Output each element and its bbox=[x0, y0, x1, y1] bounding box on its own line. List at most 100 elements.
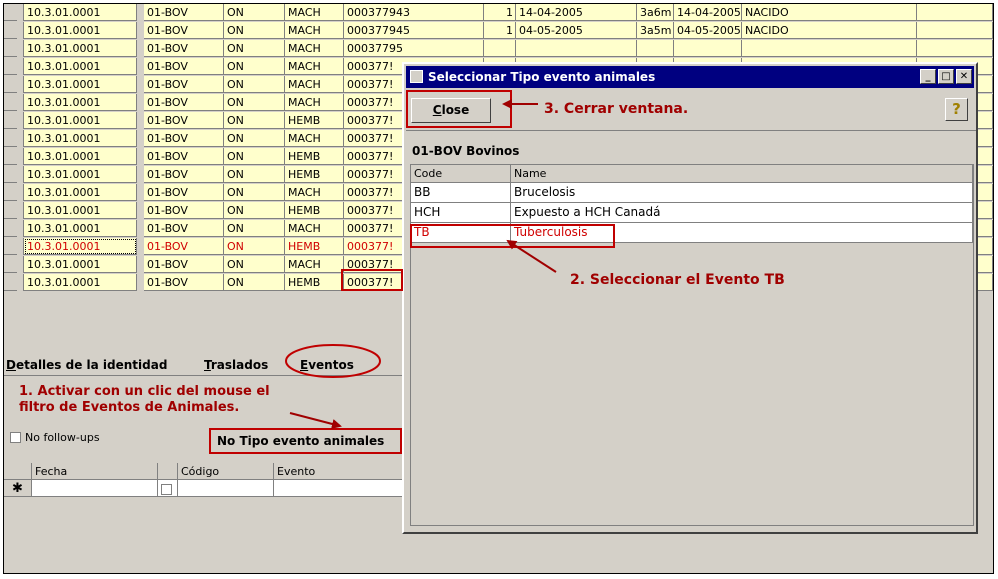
cell-date2[interactable]: 04-05-2005 bbox=[674, 22, 742, 39]
cell-status[interactable]: ON bbox=[224, 22, 285, 39]
cell-code[interactable]: 10.3.01.0001 bbox=[24, 220, 137, 237]
cell-id[interactable]: 000377945 bbox=[344, 22, 484, 39]
cell-sex[interactable]: MACH bbox=[285, 76, 344, 93]
row-indicator[interactable] bbox=[17, 148, 24, 165]
event-type-name[interactable]: Brucelosis bbox=[511, 183, 973, 203]
cell-code[interactable]: 10.3.01.0001 bbox=[24, 148, 137, 165]
cell-extra[interactable] bbox=[917, 22, 993, 39]
cell-status[interactable]: ON bbox=[224, 202, 285, 219]
table-row[interactable]: 10.3.01.0001 01-BOV ON MACH 000377945 1 04-05-… bbox=[4, 22, 993, 40]
cell-age[interactable] bbox=[637, 40, 674, 57]
new-row-event[interactable] bbox=[274, 480, 404, 497]
cell-sex[interactable]: MACH bbox=[285, 256, 344, 273]
col-code-header[interactable]: Code bbox=[411, 165, 511, 183]
table-row[interactable]: 10.3.01.0001 01-BOV ON MACH 000377943 1 14-04-… bbox=[4, 4, 993, 22]
new-row-code[interactable] bbox=[178, 480, 274, 497]
cell-code[interactable]: 10.3.01.0001 bbox=[24, 274, 137, 291]
no-followups-checkbox[interactable]: No follow-ups bbox=[10, 431, 100, 444]
event-type-filter-button[interactable]: No Tipo evento animales bbox=[209, 428, 402, 454]
row-indicator[interactable] bbox=[17, 112, 24, 129]
cell-species[interactable]: 01-BOV bbox=[144, 22, 224, 39]
cell-status[interactable]: ON bbox=[224, 130, 285, 147]
cell-species[interactable]: 01-BOV bbox=[144, 76, 224, 93]
cell-species[interactable]: 01-BOV bbox=[144, 220, 224, 237]
col-name-header[interactable]: Name bbox=[511, 165, 973, 183]
cell-date1[interactable]: 04-05-2005 bbox=[516, 22, 637, 39]
cell-n[interactable]: 1 bbox=[484, 4, 516, 21]
cell-code[interactable]: 10.3.01.0001 bbox=[24, 202, 137, 219]
cell-date2[interactable] bbox=[674, 40, 742, 57]
cell-status[interactable]: ON bbox=[224, 220, 285, 237]
cell-n[interactable]: 1 bbox=[484, 22, 516, 39]
cell-n[interactable] bbox=[484, 40, 516, 57]
cell-age[interactable]: 3a5m bbox=[637, 22, 674, 39]
minimize-icon[interactable]: _ bbox=[920, 69, 936, 84]
cell-sex[interactable]: HEMB bbox=[285, 238, 344, 255]
cell-sex[interactable]: MACH bbox=[285, 22, 344, 39]
row-indicator[interactable] bbox=[17, 220, 24, 237]
close-icon[interactable]: ✕ bbox=[956, 69, 972, 84]
row-indicator[interactable] bbox=[17, 94, 24, 111]
table-row[interactable]: 10.3.01.0001 01-BOV ON MACH 00037795 bbox=[4, 40, 993, 58]
cell-code[interactable]: 10.3.01.0001 bbox=[24, 166, 137, 183]
cell-status[interactable]: ON bbox=[224, 76, 285, 93]
cell-sex[interactable]: MACH bbox=[285, 94, 344, 111]
cell-species[interactable]: 01-BOV bbox=[144, 202, 224, 219]
cell-date1[interactable] bbox=[516, 40, 637, 57]
cell-species[interactable]: 01-BOV bbox=[144, 256, 224, 273]
tab-identity-details[interactable]: Detalles de la identidad bbox=[6, 357, 167, 373]
row-indicator[interactable] bbox=[17, 40, 24, 57]
cell-status[interactable]: ON bbox=[224, 58, 285, 75]
cell-species[interactable]: 01-BOV bbox=[144, 238, 224, 255]
row-indicator[interactable] bbox=[17, 184, 24, 201]
cell-code[interactable]: 10.3.01.0001 bbox=[24, 4, 137, 21]
cell-status[interactable]: ON bbox=[224, 4, 285, 21]
cell-origin[interactable] bbox=[742, 40, 917, 57]
events-col-code[interactable]: Código bbox=[178, 463, 274, 480]
cell-code[interactable]: 10.3.01.0001 bbox=[24, 58, 137, 75]
cell-status[interactable]: ON bbox=[224, 94, 285, 111]
cell-sex[interactable]: HEMB bbox=[285, 148, 344, 165]
new-row-date[interactable] bbox=[32, 480, 158, 497]
row-indicator[interactable] bbox=[17, 256, 24, 273]
cell-sex[interactable]: MACH bbox=[285, 184, 344, 201]
cell-id[interactable]: 000377943 bbox=[344, 4, 484, 21]
cell-species[interactable]: 01-BOV bbox=[144, 40, 224, 57]
row-indicator[interactable] bbox=[17, 274, 24, 291]
row-indicator[interactable] bbox=[17, 202, 24, 219]
events-col-event[interactable]: Evento bbox=[274, 463, 404, 480]
cell-species[interactable]: 01-BOV bbox=[144, 130, 224, 147]
cell-status[interactable]: ON bbox=[224, 166, 285, 183]
cell-code[interactable]: 10.3.01.0001 bbox=[24, 184, 137, 201]
help-icon[interactable]: ? bbox=[945, 98, 968, 121]
cell-species[interactable]: 01-BOV bbox=[144, 112, 224, 129]
cell-sex[interactable]: MACH bbox=[285, 130, 344, 147]
cell-origin[interactable]: NACIDO bbox=[742, 22, 917, 39]
cell-sex[interactable]: HEMB bbox=[285, 202, 344, 219]
cell-age[interactable]: 3a6m bbox=[637, 4, 674, 21]
cell-code[interactable]: 10.3.01.0001 bbox=[24, 130, 137, 147]
cell-species[interactable]: 01-BOV bbox=[144, 94, 224, 111]
cell-sex[interactable]: HEMB bbox=[285, 166, 344, 183]
close-button[interactable]: Close bbox=[411, 98, 491, 123]
cell-sex[interactable]: MACH bbox=[285, 4, 344, 21]
event-type-code[interactable]: HCH bbox=[411, 203, 511, 223]
event-type-code[interactable]: BB bbox=[411, 183, 511, 203]
cell-status[interactable]: ON bbox=[224, 40, 285, 57]
cell-extra[interactable] bbox=[917, 4, 993, 21]
cell-date1[interactable]: 14-04-2005 bbox=[516, 4, 637, 21]
cell-species[interactable]: 01-BOV bbox=[144, 58, 224, 75]
cell-species[interactable]: 01-BOV bbox=[144, 274, 224, 291]
maximize-icon[interactable]: □ bbox=[938, 69, 954, 84]
row-indicator[interactable] bbox=[17, 238, 24, 255]
event-type-name[interactable]: Expuesto a HCH Canadá bbox=[511, 203, 973, 223]
cell-code[interactable]: 10.3.01.0001 bbox=[24, 112, 137, 129]
event-type-row[interactable]: HCH Expuesto a HCH Canadá bbox=[411, 203, 973, 223]
dialog-titlebar[interactable]: Seleccionar Tipo evento animales _ □ ✕ bbox=[406, 66, 974, 88]
cell-status[interactable]: ON bbox=[224, 148, 285, 165]
cell-sex[interactable]: MACH bbox=[285, 58, 344, 75]
cell-code[interactable]: 10.3.01.0001 bbox=[24, 94, 137, 111]
cell-code[interactable]: 10.3.01.0001 bbox=[24, 256, 137, 273]
row-indicator[interactable] bbox=[17, 4, 24, 21]
cell-species[interactable]: 01-BOV bbox=[144, 4, 224, 21]
